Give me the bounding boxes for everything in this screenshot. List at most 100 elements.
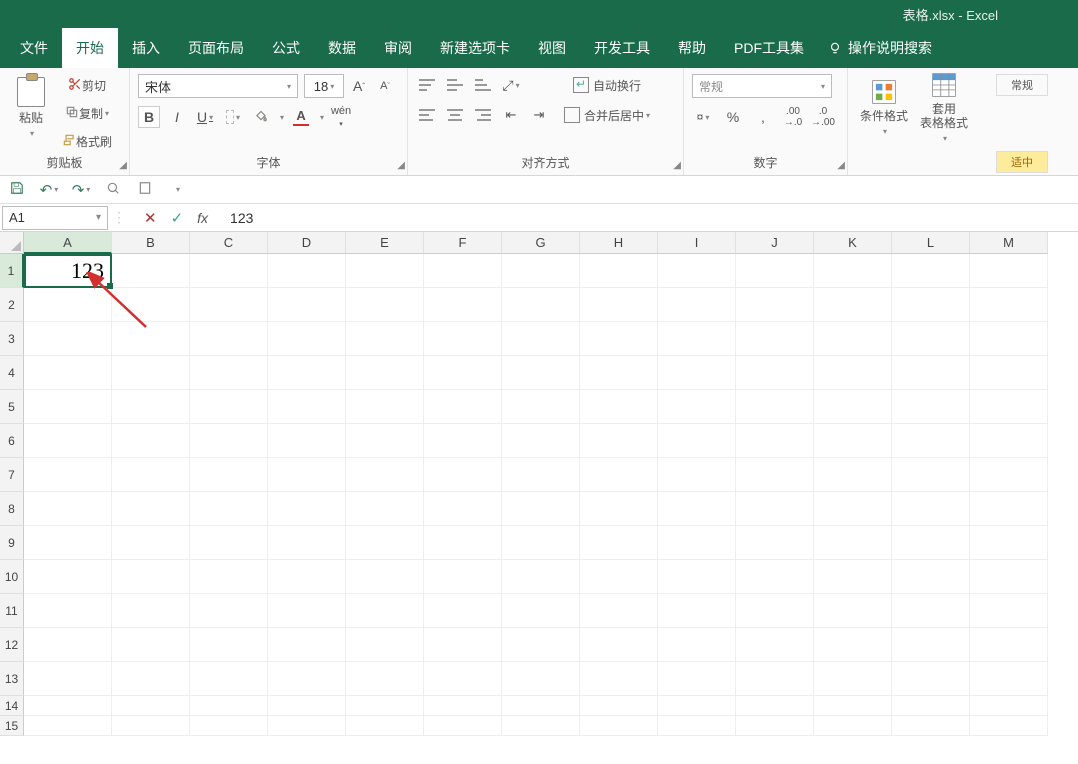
cell-L15[interactable] xyxy=(892,716,970,736)
cell-K5[interactable] xyxy=(814,390,892,424)
cell-F13[interactable] xyxy=(424,662,502,696)
cell-L5[interactable] xyxy=(892,390,970,424)
cell-H5[interactable] xyxy=(580,390,658,424)
format-painter-button[interactable]: 格式刷 xyxy=(58,130,116,152)
number-format-select[interactable]: 常规 ▾ xyxy=(692,74,832,98)
cell-B5[interactable] xyxy=(112,390,190,424)
tell-me-search[interactable]: 操作说明搜索 xyxy=(818,28,942,68)
column-header-M[interactable]: M xyxy=(970,232,1048,254)
cell-L4[interactable] xyxy=(892,356,970,390)
cell-A10[interactable] xyxy=(24,560,112,594)
cell-H9[interactable] xyxy=(580,526,658,560)
cell-L8[interactable] xyxy=(892,492,970,526)
cell-G10[interactable] xyxy=(502,560,580,594)
cell-K7[interactable] xyxy=(814,458,892,492)
tab-home[interactable]: 开始 xyxy=(62,28,118,68)
cell-H11[interactable] xyxy=(580,594,658,628)
cell-C9[interactable] xyxy=(190,526,268,560)
cell-G3[interactable] xyxy=(502,322,580,356)
cell-M9[interactable] xyxy=(970,526,1048,560)
cell-F10[interactable] xyxy=(424,560,502,594)
cell-B4[interactable] xyxy=(112,356,190,390)
cell-F2[interactable] xyxy=(424,288,502,322)
cell-C2[interactable] xyxy=(190,288,268,322)
select-all-button[interactable] xyxy=(0,232,24,254)
chevron-down-icon[interactable]: ▾ xyxy=(280,113,284,122)
cell-styles-gallery[interactable]: 常规 适中 xyxy=(988,68,1058,175)
cell-E1[interactable] xyxy=(346,254,424,288)
cell-F14[interactable] xyxy=(424,696,502,716)
cell-I13[interactable] xyxy=(658,662,736,696)
row-header-7[interactable]: 7 xyxy=(0,458,24,492)
cell-D8[interactable] xyxy=(268,492,346,526)
cell-A12[interactable] xyxy=(24,628,112,662)
cell-M2[interactable] xyxy=(970,288,1048,322)
format-as-table-button[interactable]: 套用 表格格式 ▾ xyxy=(916,72,972,142)
cell-F3[interactable] xyxy=(424,322,502,356)
row-header-2[interactable]: 2 xyxy=(0,288,24,322)
align-bottom-button[interactable] xyxy=(472,74,494,96)
wrap-text-button[interactable]: 自动换行 xyxy=(560,74,654,96)
cell-F12[interactable] xyxy=(424,628,502,662)
cell-E2[interactable] xyxy=(346,288,424,322)
cell-D5[interactable] xyxy=(268,390,346,424)
cell-K9[interactable] xyxy=(814,526,892,560)
cell-J4[interactable] xyxy=(736,356,814,390)
cell-C14[interactable] xyxy=(190,696,268,716)
cell-D9[interactable] xyxy=(268,526,346,560)
cell-G12[interactable] xyxy=(502,628,580,662)
cell-M14[interactable] xyxy=(970,696,1048,716)
cell-G1[interactable] xyxy=(502,254,580,288)
font-size-select[interactable]: 18 ▾ xyxy=(304,74,344,98)
cell-G13[interactable] xyxy=(502,662,580,696)
conditional-format-button[interactable]: 条件格式 ▾ xyxy=(856,72,912,142)
cell-L11[interactable] xyxy=(892,594,970,628)
row-header-13[interactable]: 13 xyxy=(0,662,24,696)
align-left-button[interactable] xyxy=(416,104,438,126)
active-cell[interactable]: 123 xyxy=(24,254,112,288)
tab-pdftools[interactable]: PDF工具集 xyxy=(720,28,818,68)
cell-A4[interactable] xyxy=(24,356,112,390)
cell-F15[interactable] xyxy=(424,716,502,736)
decrease-decimal-button[interactable]: .0→.00 xyxy=(812,106,834,128)
cell-E14[interactable] xyxy=(346,696,424,716)
increase-font-button[interactable]: Aˆ xyxy=(348,75,370,97)
cell-J6[interactable] xyxy=(736,424,814,458)
cell-F9[interactable] xyxy=(424,526,502,560)
tab-file[interactable]: 文件 xyxy=(6,28,62,68)
decrease-font-button[interactable]: Aˇ xyxy=(374,75,396,97)
column-header-G[interactable]: G xyxy=(502,232,580,254)
cell-K6[interactable] xyxy=(814,424,892,458)
cell-G5[interactable] xyxy=(502,390,580,424)
cell-K1[interactable] xyxy=(814,254,892,288)
cell-D12[interactable] xyxy=(268,628,346,662)
cell-J14[interactable] xyxy=(736,696,814,716)
cell-L3[interactable] xyxy=(892,322,970,356)
cell-G6[interactable] xyxy=(502,424,580,458)
column-header-L[interactable]: L xyxy=(892,232,970,254)
cell-M5[interactable] xyxy=(970,390,1048,424)
cell-D6[interactable] xyxy=(268,424,346,458)
dialog-launcher-icon[interactable]: ◢ xyxy=(837,160,845,171)
tab-help[interactable]: 帮助 xyxy=(664,28,720,68)
row-header-15[interactable]: 15 xyxy=(0,716,24,736)
cell-M13[interactable] xyxy=(970,662,1048,696)
cell-E13[interactable] xyxy=(346,662,424,696)
cell-L13[interactable] xyxy=(892,662,970,696)
cell-B1[interactable] xyxy=(112,254,190,288)
cell-K13[interactable] xyxy=(814,662,892,696)
underline-button[interactable]: U▾ xyxy=(194,106,216,128)
cell-F11[interactable] xyxy=(424,594,502,628)
cell-I3[interactable] xyxy=(658,322,736,356)
cell-E4[interactable] xyxy=(346,356,424,390)
save-button[interactable] xyxy=(6,179,28,201)
name-box[interactable]: A1 ▾ xyxy=(2,206,108,230)
cell-L7[interactable] xyxy=(892,458,970,492)
italic-button[interactable]: I xyxy=(166,106,188,128)
cell-A9[interactable] xyxy=(24,526,112,560)
tab-pagelayout[interactable]: 页面布局 xyxy=(174,28,258,68)
cell-H14[interactable] xyxy=(580,696,658,716)
cell-M6[interactable] xyxy=(970,424,1048,458)
cell-H15[interactable] xyxy=(580,716,658,736)
cell-I12[interactable] xyxy=(658,628,736,662)
